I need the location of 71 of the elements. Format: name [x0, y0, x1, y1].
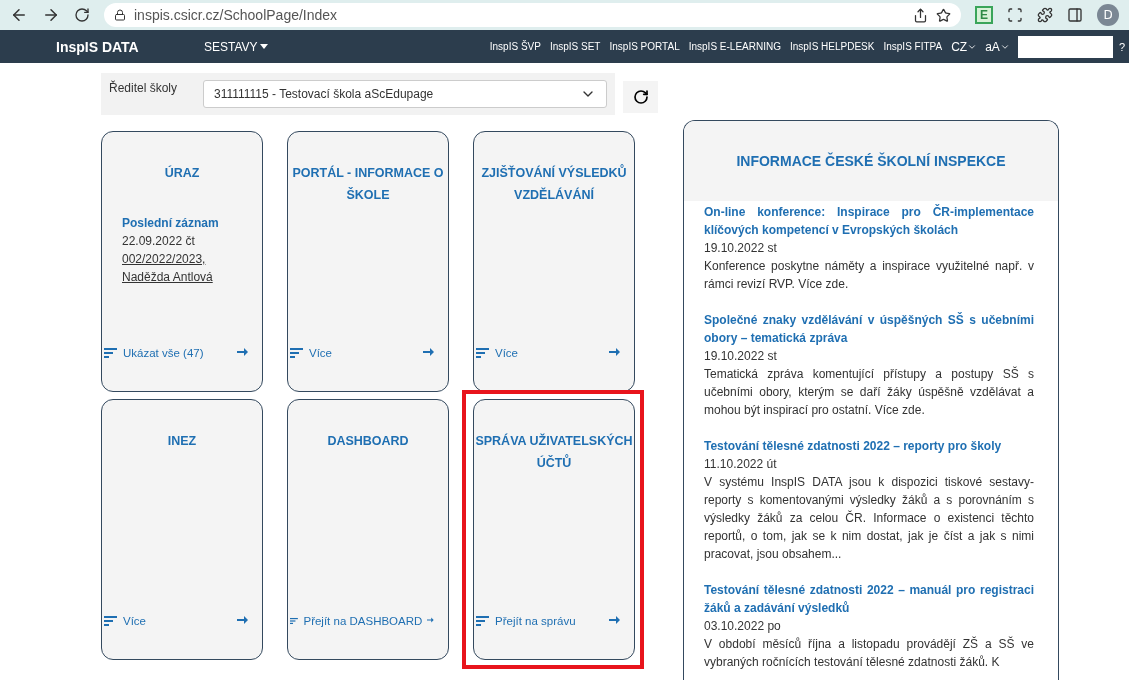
news-title[interactable]: Testování tělesné zdatnosti 2022 – reporty pro školy — [704, 437, 1034, 455]
news-title[interactable]: Testování tělesné zdatnosti 2022 – manuál pro registraci žáků a zadávání výsledků — [704, 581, 1034, 617]
language-dropdown[interactable]: CZ — [951, 39, 978, 54]
tile-link[interactable]: Přejít na správu — [495, 615, 604, 627]
help-link[interactable]: ? — [1118, 40, 1125, 53]
news-text: Konference poskytne náměty a inspirace využitelné např. v rámci revizí RVP. Více zde. — [704, 258, 1034, 293]
puzzle-icon[interactable] — [1037, 7, 1053, 23]
brand-logo[interactable]: InspIS DATA — [56, 38, 204, 55]
refresh-button[interactable] — [623, 81, 658, 113]
screen-capture-icon[interactable] — [1007, 7, 1023, 23]
tile-title: PORTÁL - INFORMACE O ŠKOLE — [291, 164, 445, 204]
list-icon — [476, 615, 490, 627]
search-field[interactable] — [1017, 35, 1113, 58]
record-link[interactable]: Naděžda Antlová — [122, 268, 242, 286]
tile-title: DASHBOARD — [327, 433, 409, 450]
news-title[interactable]: On-line konference: Inspirace pro ČR-implementace klíčových kompetencí v Evropských školách — [704, 203, 1034, 239]
forward-icon[interactable] — [42, 6, 60, 24]
tile-title: INEZ — [167, 433, 197, 450]
tile-link[interactable]: Ukázat vše (47) — [123, 347, 232, 359]
profile-avatar[interactable]: D — [1097, 4, 1119, 26]
back-icon[interactable] — [10, 6, 28, 24]
news-date: 03.10.2022 po — [704, 618, 782, 635]
record-link[interactable]: 002/2022/2023, — [122, 250, 242, 268]
nav-link[interactable]: InspIS E-LEARNING — [688, 41, 781, 52]
tile-link[interactable]: Přejít na DASHBOARD — [303, 615, 423, 627]
list-icon — [104, 347, 118, 359]
nav-link[interactable]: InspIS FITPA — [883, 41, 943, 52]
news-text: V období měsíců října a listopadu provádějí ZŠ a SŠ ve vybraných ročnících testování tělesné zdatnosti žáků. K — [704, 635, 1034, 671]
arrow-right-icon[interactable] — [237, 347, 248, 357]
side-panel-icon[interactable] — [1067, 7, 1083, 23]
news-date: 19.10.2022 st — [704, 240, 778, 257]
nav-link[interactable]: InspIS HELPDESK — [789, 41, 875, 52]
tile-link[interactable]: Více — [123, 615, 232, 627]
arrow-right-icon[interactable] — [609, 347, 620, 357]
nav-link[interactable]: InspIS PORTAL — [609, 41, 680, 52]
url-text: inspis.csicr.cz/SchoolPage/Index — [134, 7, 339, 23]
reload-icon[interactable] — [74, 7, 90, 23]
tile-title: ÚRAZ — [164, 164, 200, 182]
arrow-right-icon[interactable] — [423, 347, 434, 357]
address-bar[interactable]: inspis.csicr.cz/SchoolPage/Index — [104, 3, 961, 27]
list-icon — [476, 347, 490, 359]
share-icon[interactable] — [913, 7, 928, 23]
record-heading: Poslední záznam — [122, 215, 220, 232]
news-text: V systému InspIS DATA jsou k dispozici tiskové sestavy-reporty s komentovanými výsledky žáků a s porovnáním s výsledky žáků za celou ČR. Informace o existenci těchto reportů, o tom, jak se k nim dostat, jak je číst a jak s nimi pracovat, jsou obsahem... — [704, 474, 1034, 563]
nav-link[interactable]: InspIS ŠVP — [489, 41, 541, 52]
nav-link[interactable]: InspIS SET — [549, 41, 601, 52]
panel-title: INFORMACE ČESKÉ ŠKOLNÍ INSPEKCE — [736, 153, 1006, 169]
nav-menu[interactable]: SESTAVY — [204, 39, 490, 54]
extension-icon[interactable]: E — [975, 6, 993, 24]
tile-link[interactable]: Více — [309, 347, 418, 359]
selector-label: Ředitel školy — [109, 81, 179, 95]
news-date: 11.10.2022 út — [704, 456, 778, 473]
list-icon — [290, 347, 304, 359]
list-icon — [104, 615, 118, 627]
star-icon[interactable] — [936, 7, 951, 23]
news-title[interactable]: Společné znaky vzdělávání v úspěšných SŠ s učebními obory – tematická zpráva — [704, 311, 1034, 347]
refresh-icon — [632, 89, 649, 105]
news-text: Tematická zpráva komentující přístupy a postupy SŠ s učebními obory, kterým se daří žáky úspěšně vzdělávat a mohou být inspirací pro ostatní. Více zde. — [704, 365, 1034, 419]
arrow-right-icon[interactable] — [609, 615, 620, 625]
list-icon — [290, 615, 299, 627]
news-date: 19.10.2022 st — [704, 348, 778, 365]
school-select[interactable]: 311111115 - Testovací škola aScEdupage — [203, 80, 607, 108]
tile-title: ZJIŠŤOVÁNÍ VÝSLEDKŮ VZDĚLÁVÁNÍ — [480, 163, 628, 204]
arrow-right-icon[interactable] — [237, 615, 248, 625]
tile-link[interactable]: Více — [495, 347, 604, 359]
record-date: 22.09.2022 čt — [122, 233, 196, 250]
tile-title: SPRÁVA UŽIVATELSKÝCH ÚČTŮ — [475, 432, 633, 472]
lock-icon — [114, 9, 126, 21]
arrow-right-icon[interactable] — [427, 615, 434, 625]
font-size-dropdown[interactable]: aA — [985, 39, 1010, 54]
caret-icon — [259, 44, 268, 49]
